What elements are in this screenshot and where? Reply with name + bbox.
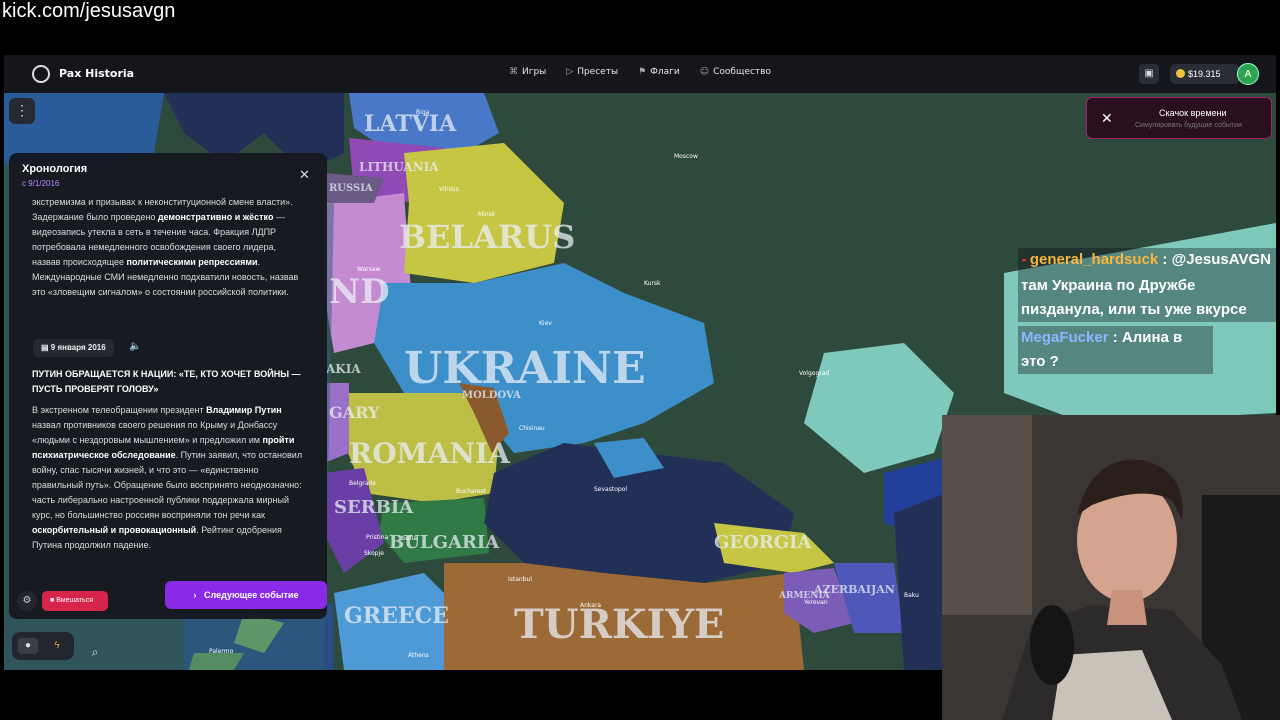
close-icon[interactable]: ✕ xyxy=(1101,110,1113,127)
svg-text:Bucharest: Bucharest xyxy=(456,488,487,495)
label-serbia: SERBIA xyxy=(334,497,414,518)
stream-url: kick.com/jesusavgn xyxy=(2,0,176,22)
svg-text:Moscow: Moscow xyxy=(674,153,698,160)
label-greece: GREECE xyxy=(344,603,449,629)
chat-username: general_hardsuck xyxy=(1029,251,1159,268)
label-romania: ROMANIA xyxy=(349,437,511,470)
webcam-image xyxy=(942,415,1280,720)
chat-badge-icon: ◓ xyxy=(1021,256,1030,267)
close-icon[interactable]: ✕ xyxy=(299,167,310,183)
chat-message: MegaFucker : Алина в это ? xyxy=(1018,326,1213,374)
menu-dots-button[interactable]: ⋮ xyxy=(9,98,35,124)
prev-event-text: экстремизма и призывах к неконституционн… xyxy=(32,197,299,297)
svg-text:Skopje: Skopje xyxy=(364,550,384,557)
svg-text:Warsaw: Warsaw xyxy=(357,266,380,273)
svg-text:Athens: Athens xyxy=(408,652,429,659)
gift-icon[interactable]: ▣ xyxy=(1139,64,1159,84)
label-lithuania: LITHUANIA xyxy=(359,160,439,174)
label-moldova: MOLDOVA xyxy=(462,390,521,401)
svg-text:Istanbul: Istanbul xyxy=(508,576,532,583)
chat-bubble-icon[interactable]: ● xyxy=(18,638,38,654)
settings-gear-icon[interactable]: ⚙ xyxy=(17,591,37,611)
svg-text:Pristina: Pristina xyxy=(366,534,389,541)
label-azerbaijan: AZERBAIJAN xyxy=(813,583,895,596)
chat-message: ◓ general_hardsuck : @JesusAVGN там Укра… xyxy=(1018,248,1280,322)
svg-text:Kursk: Kursk xyxy=(644,280,661,287)
stream-chat: ◓ general_hardsuck : @JesusAVGN там Укра… xyxy=(1018,248,1280,374)
label-nd: ND xyxy=(329,272,390,312)
intervene-button[interactable]: ■ Вмешаться xyxy=(42,591,108,611)
lightning-icon[interactable]: ϟ xyxy=(47,638,67,654)
coin-icon xyxy=(1176,69,1185,78)
stream-letterbox xyxy=(0,670,942,720)
svg-text:Chisinau: Chisinau xyxy=(519,425,545,432)
svg-text:Riga: Riga xyxy=(416,109,430,116)
chevron-right-icon: › xyxy=(193,590,205,600)
event-headline: ПУТИН ОБРАЩАЕТСЯ К НАЦИИ: «ТЕ, КТО ХОЧЕТ… xyxy=(32,369,301,394)
label-latvia: LATVIA xyxy=(364,111,457,137)
time-skip-subtitle: Симулировать будущие события xyxy=(1135,122,1242,129)
label-gary: GARY xyxy=(329,403,380,422)
label-ukraine: UKRAINE xyxy=(404,343,646,394)
globe-logo-icon[interactable] xyxy=(32,65,50,83)
nav-community[interactable]: ☺ Сообщество xyxy=(700,67,771,77)
streamer-webcam xyxy=(942,415,1280,720)
svg-text:Vilnius: Vilnius xyxy=(439,186,459,193)
nav-presets[interactable]: ▷ Пресеты xyxy=(566,67,618,77)
event-text: В экстренном телеобращении президент Вла… xyxy=(32,405,303,550)
gamepad-icon: ⌘ xyxy=(509,67,518,77)
label-georgia: GEORGIA xyxy=(714,532,813,553)
time-skip-title: Скачок времени xyxy=(1159,108,1227,118)
svg-text:Volgograd: Volgograd xyxy=(799,370,829,377)
nav-flags[interactable]: ⚑ Флаги xyxy=(638,67,680,77)
main-nav: ⌘ Игры ▷ Пресеты ⚑ Флаги ☺ Сообщество xyxy=(509,67,771,77)
svg-text:Palermo: Palermo xyxy=(209,648,234,655)
timeline-title: Хронология xyxy=(22,163,88,175)
svg-text:Minsk: Minsk xyxy=(478,211,496,218)
label-turkiye: TURKIYE xyxy=(514,601,724,648)
chat-username: MegaFucker xyxy=(1021,329,1109,346)
timeline-date: с 9/1/2016 xyxy=(22,179,60,188)
label-russia: RUSSIA xyxy=(329,183,373,194)
svg-text:Baku: Baku xyxy=(904,592,919,599)
svg-text:Kiev: Kiev xyxy=(539,320,552,327)
top-nav-bar: Pax Historia ⌘ Игры ▷ Пресеты ⚑ Флаги ☺ Сооб… xyxy=(4,55,1276,93)
users-icon: ☺ xyxy=(699,67,710,77)
svg-text:Sevastopol: Sevastopol xyxy=(594,486,627,493)
time-skip-panel[interactable]: ✕ Скачок времени Симулировать будущие со… xyxy=(1086,97,1272,139)
flag-icon: ⚑ xyxy=(638,67,647,77)
play-icon: ▷ xyxy=(566,67,574,77)
svg-text:Ankara: Ankara xyxy=(580,602,601,609)
nav-games[interactable]: ⌘ Игры xyxy=(509,67,546,77)
event-date-chip: ▤ 9 января 2016 xyxy=(33,339,114,357)
svg-text:Sofia: Sofia xyxy=(402,535,417,542)
calendar-icon: ▤ xyxy=(41,343,51,352)
search-icon[interactable]: ⌕ xyxy=(85,645,105,665)
timeline-panel: Хронология с 9/1/2016 ✕ экстремизма и пр… xyxy=(9,153,327,619)
svg-text:Belgrade: Belgrade xyxy=(349,480,376,487)
next-event-button[interactable]: › Следующее событие xyxy=(165,581,327,609)
user-avatar[interactable]: A xyxy=(1237,63,1259,85)
label-belarus: BELARUS xyxy=(399,218,575,256)
balance-badge[interactable]: $19.315 xyxy=(1170,64,1240,84)
brand-name[interactable]: Pax Historia xyxy=(59,67,134,80)
label-akia: AKIA xyxy=(325,362,361,376)
speaker-icon[interactable]: 🔈 xyxy=(129,341,141,352)
svg-text:Yerevan: Yerevan xyxy=(803,599,828,606)
